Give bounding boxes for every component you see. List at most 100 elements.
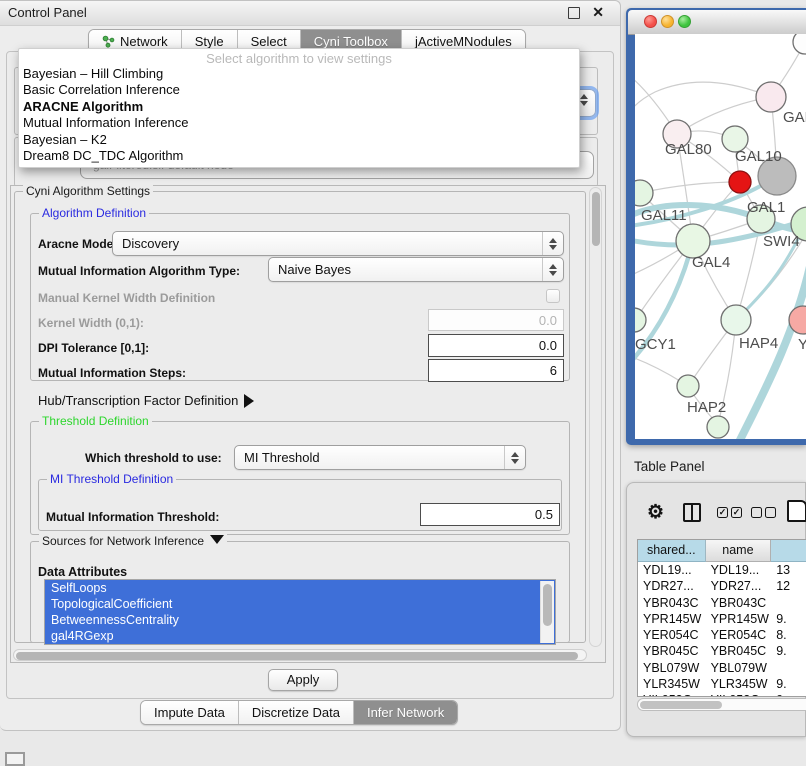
hub-definition-expander[interactable]: Hub/Transcription Factor Definition <box>38 393 254 408</box>
cell: YPR145W <box>638 611 706 627</box>
node-partial-top[interactable] <box>793 34 806 54</box>
dropdown-item[interactable]: Bayesian – Hill Climbing <box>19 66 579 82</box>
scrollbar-thumb[interactable] <box>592 192 600 246</box>
close-icon[interactable]: ✕ <box>592 4 604 20</box>
cell: YIL052C <box>706 692 772 696</box>
node-hap2[interactable] <box>677 375 699 397</box>
table-row[interactable]: YBR045CYBR045C9. <box>638 643 806 659</box>
cell: 13 <box>771 562 806 578</box>
table-row[interactable]: YDR27...YDR27...12 <box>638 578 806 594</box>
node-label: GCY1 <box>635 336 676 353</box>
list-scrollbar[interactable] <box>540 581 554 643</box>
network-canvas[interactable]: GAL GAL80 GAL10 GAL1 GAL11 SWI4 GAL4 GCY… <box>635 34 806 439</box>
table-row[interactable]: YBL079WYBL079W <box>638 660 806 676</box>
table-row[interactable]: YBR043CYBR043C <box>638 595 806 611</box>
combo-arrows-icon <box>542 232 563 255</box>
kernel-width-label: Kernel Width (0,1): <box>38 316 144 330</box>
export-table-icon[interactable] <box>787 500 806 522</box>
combo-arrows-icon <box>542 258 563 281</box>
kernel-width-field[interactable] <box>428 309 564 331</box>
node-red-selected[interactable] <box>729 171 751 193</box>
mac-zoom-button[interactable] <box>678 15 691 28</box>
cell: YER054C <box>706 627 772 643</box>
combo-value: Naive Bayes <box>269 262 542 277</box>
apply-button[interactable]: Apply <box>268 669 338 691</box>
node-hap4[interactable] <box>721 305 751 335</box>
node-label: GAL <box>783 109 806 126</box>
cell: 9. <box>771 643 806 659</box>
cell: 9 <box>771 692 806 696</box>
list-item[interactable]: BetweennessCentrality <box>45 612 555 628</box>
list-item[interactable]: TopologicalCoefficient <box>45 596 555 612</box>
table-body[interactable]: YDL19...YDL19...13 YDR27...YDR27...12 YB… <box>638 562 806 696</box>
dpi-tolerance-field[interactable] <box>428 334 564 357</box>
cell: YBR045C <box>638 643 706 659</box>
column-header-shared-name[interactable]: shared... <box>638 540 706 562</box>
mi-threshold-field[interactable] <box>420 503 560 526</box>
cell: YBL079W <box>706 660 772 676</box>
table-row[interactable]: YPR145WYPR145W9. <box>638 611 806 627</box>
mi-steps-field[interactable] <box>428 359 564 382</box>
mac-close-button[interactable] <box>644 15 657 28</box>
list-item[interactable]: gal4RGexp <box>45 628 555 644</box>
scrollbar-thumb[interactable] <box>16 652 578 660</box>
cell: 9. <box>771 676 806 692</box>
dropdown-item[interactable]: Dream8 DC_TDC Algorithm <box>19 148 579 164</box>
node-label: HAP4 <box>739 335 778 352</box>
control-panel-titlebar[interactable]: Control Panel ✕ <box>0 1 620 26</box>
network-graph: GAL GAL80 GAL10 GAL1 GAL11 SWI4 GAL4 GCY… <box>635 34 806 439</box>
column-header-partial[interactable] <box>771 540 806 562</box>
node-partial-bottom[interactable] <box>707 416 729 438</box>
tab-impute-data[interactable]: Impute Data <box>141 701 239 724</box>
mi-type-label: Mutual Information Algorithm Type: <box>38 264 240 278</box>
mi-type-combobox[interactable]: Naive Bayes <box>268 257 564 282</box>
group-title: MI Threshold Definition <box>47 472 176 486</box>
mi-steps-label: Mutual Information Steps: <box>38 366 186 380</box>
node-table: shared... name YDL19...YDL19...13 YDR27.… <box>637 539 806 697</box>
partial-bottom-icon[interactable] <box>5 752 25 766</box>
node-label: GAL1 <box>747 199 785 216</box>
dropdown-item[interactable]: Basic Correlation Inference <box>19 82 579 98</box>
table-horizontal-scrollbar[interactable] <box>637 698 806 711</box>
cyni-bottom-tabbar: Impute Data Discretize Data Infer Networ… <box>140 700 458 725</box>
scrollbar-thumb[interactable] <box>543 584 552 626</box>
node-gcy1[interactable] <box>635 308 646 332</box>
scrollbar-thumb[interactable] <box>640 701 722 709</box>
window-title: Control Panel <box>8 5 87 20</box>
network-view-window: GAL GAL80 GAL10 GAL1 GAL11 SWI4 GAL4 GCY… <box>626 8 806 445</box>
node-gal4[interactable] <box>676 224 710 258</box>
cell: YDL19... <box>706 562 772 578</box>
dropdown-item-aracne[interactable]: ARACNE Algorithm <box>19 99 579 115</box>
tab-infer-network[interactable]: Infer Network <box>354 701 457 724</box>
node-gal7[interactable] <box>756 82 786 112</box>
mac-minimize-button[interactable] <box>661 15 674 28</box>
which-threshold-combobox[interactable]: MI Threshold <box>234 445 526 470</box>
group-title: Threshold Definition <box>39 414 152 428</box>
settings-horizontal-scrollbar[interactable] <box>13 649 587 661</box>
tab-discretize-data[interactable]: Discretize Data <box>239 701 354 724</box>
settings-vertical-scrollbar[interactable] <box>589 187 602 647</box>
dropdown-item[interactable]: Mutual Information Inference <box>19 115 579 131</box>
data-attributes-label: Data Attributes <box>38 565 127 579</box>
cell: YDR27... <box>706 578 772 594</box>
data-attributes-list[interactable]: SelfLoops TopologicalCoefficient Between… <box>44 579 556 645</box>
table-row[interactable]: YER054CYER054C8. <box>638 627 806 643</box>
column-header-name[interactable]: name <box>706 540 772 562</box>
table-row[interactable]: YLR345WYLR345W9. <box>638 676 806 692</box>
dropdown-item[interactable]: Bayesian – K2 <box>19 132 579 148</box>
hide-columns-icon[interactable] <box>751 507 776 518</box>
gear-icon[interactable]: ⚙ <box>647 501 664 524</box>
table-row[interactable]: YIL052CYIL052C9 <box>638 692 806 696</box>
cell <box>771 660 806 676</box>
aracne-mode-combobox[interactable]: Discovery <box>112 231 564 256</box>
list-item[interactable]: SelfLoops <box>45 580 555 596</box>
network-window-titlebar[interactable] <box>628 10 806 35</box>
manual-kernel-checkbox[interactable] <box>546 289 560 303</box>
cell: 8. <box>771 627 806 643</box>
float-window-icon[interactable] <box>568 7 580 19</box>
sources-group-title[interactable]: Sources for Network Inference <box>39 534 227 548</box>
control-panel-window: Control Panel ✕ Network Style Select Cyn… <box>0 0 621 731</box>
columns-icon[interactable] <box>683 503 701 522</box>
show-columns-icon[interactable]: ✓✓ <box>717 507 742 518</box>
table-row[interactable]: YDL19...YDL19...13 <box>638 562 806 578</box>
